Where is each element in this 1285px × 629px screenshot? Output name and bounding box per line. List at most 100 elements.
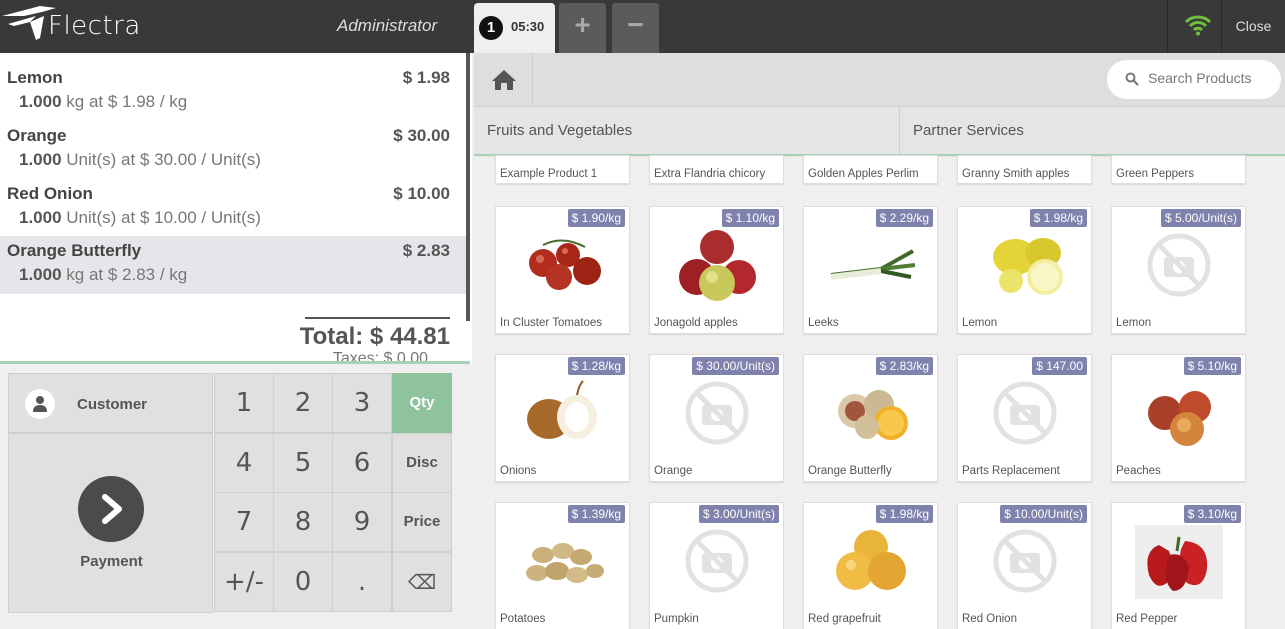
- red-pepper-icon: [1135, 525, 1223, 599]
- product-name: Green Peppers: [1116, 168, 1194, 180]
- lemons-icon: [993, 238, 1063, 295]
- order-line-name: Red Onion: [7, 184, 93, 203]
- product-card[interactable]: $ 3.10/kg Red Pepper: [1111, 502, 1246, 629]
- numpad-key-5[interactable]: 5: [273, 433, 333, 493]
- order-line-unit-info: Unit(s) at $ 30.00 / Unit(s): [66, 150, 261, 169]
- search-input[interactable]: [1148, 70, 1273, 86]
- add-order-button[interactable]: +: [559, 3, 606, 53]
- product-screen: Fruits and Vegetables Partner Services E…: [474, 53, 1285, 629]
- customer-button[interactable]: Customer: [8, 373, 213, 433]
- product-card[interactable]: $ 1.98/kg Red grapefruit: [803, 502, 938, 629]
- payment-circle: [78, 476, 144, 542]
- product-card[interactable]: $ 10.00/Unit(s) Red Onion: [957, 502, 1092, 629]
- order-lines: Lemon $ 1.98 1.000 kg at $ 1.98 / kg Ora…: [0, 53, 466, 361]
- product-name: Orange Butterfly: [808, 465, 892, 477]
- product-card[interactable]: $ 30.00/Unit(s) Orange: [649, 354, 784, 482]
- close-button[interactable]: Close: [1221, 0, 1285, 53]
- product-name: Peaches: [1116, 465, 1161, 477]
- order-line[interactable]: Orange $ 30.00 1.000 Unit(s) at $ 30.00 …: [0, 114, 466, 172]
- order-line-price: $ 30.00: [393, 126, 450, 145]
- numpad-key-8[interactable]: 8: [273, 492, 333, 552]
- order-line-selected[interactable]: Orange Butterfly $ 2.83 1.000 kg at $ 2.…: [0, 236, 466, 294]
- numpad-key-1[interactable]: 1: [214, 373, 274, 433]
- product-card[interactable]: $ 1.10/kg Jonagold apples: [649, 206, 784, 334]
- product-card[interactable]: $ 3.00/Unit(s) Pumpkin: [649, 502, 784, 629]
- search-icon: [1125, 72, 1139, 86]
- product-card[interactable]: $ 1.90/kg In Cluster Tomatoes: [495, 206, 630, 334]
- numpad-key-6[interactable]: 6: [332, 433, 392, 493]
- qty-mode-button[interactable]: Qty: [392, 373, 452, 433]
- home-button[interactable]: [474, 53, 533, 106]
- no-image-icon: [993, 529, 1057, 593]
- numpad-key-9[interactable]: 9: [332, 492, 392, 552]
- product-name: Golden Apples Perlim: [808, 168, 919, 180]
- product-card[interactable]: Golden Apples Perlim: [803, 155, 938, 184]
- category-fruits-and-vegetables[interactable]: Fruits and Vegetables: [474, 107, 899, 157]
- order-line-unit-info: Unit(s) at $ 10.00 / Unit(s): [66, 208, 261, 227]
- product-name: Lemon: [962, 317, 998, 329]
- breadcrumb-bar: [474, 53, 1285, 106]
- wifi-status[interactable]: [1167, 0, 1221, 53]
- product-card[interactable]: $ 5.00/Unit(s) Lemon: [1111, 206, 1246, 334]
- no-image-icon: [685, 529, 749, 593]
- numpad-key-7[interactable]: 7: [214, 492, 274, 552]
- product-name: Granny Smith apples: [962, 168, 1070, 180]
- summary-divider: [305, 317, 450, 319]
- product-card[interactable]: $ 2.83/kg Orange Butterfly: [803, 354, 938, 482]
- payment-button[interactable]: Payment: [8, 433, 213, 613]
- product-name: Red Pepper: [1116, 613, 1178, 625]
- product-grid: Example Product 1 Extra Flandria chicory…: [474, 155, 1285, 629]
- numpad-key-0[interactable]: 0: [273, 552, 333, 612]
- no-image-icon: [993, 381, 1057, 445]
- customer-label: Customer: [77, 396, 148, 413]
- disc-mode-button[interactable]: Disc: [392, 433, 452, 493]
- no-image-icon: [685, 381, 749, 445]
- category-partner-services[interactable]: Partner Services: [899, 107, 1285, 157]
- order-line[interactable]: Lemon $ 1.98 1.000 kg at $ 1.98 / kg: [0, 56, 466, 114]
- product-name: Red Onion: [962, 613, 1017, 625]
- order-line-name: Orange Butterfly: [7, 241, 142, 260]
- order-line-detail: 1.000 Unit(s) at $ 30.00 / Unit(s): [19, 150, 261, 170]
- product-card[interactable]: Green Peppers: [1111, 155, 1246, 184]
- decimal-key[interactable]: .: [332, 552, 392, 612]
- product-card[interactable]: Extra Flandria chicory: [649, 155, 784, 184]
- no-image-icon: [1147, 233, 1211, 297]
- user-icon: [33, 396, 47, 412]
- product-card[interactable]: $ 5.10/kg Peaches: [1111, 354, 1246, 482]
- product-name: Pumpkin: [654, 613, 699, 625]
- search-box[interactable]: [1107, 60, 1281, 99]
- product-card[interactable]: $ 1.39/kg Potatoes: [495, 502, 630, 629]
- category-bar: Fruits and Vegetables Partner Services: [474, 106, 1285, 157]
- price-mode-button[interactable]: Price: [392, 492, 452, 552]
- tomatoes-icon: [529, 239, 601, 290]
- action-pad: Customer Payment 1 2 3 Qty 4 5 6 Disc 7 …: [0, 364, 472, 629]
- cashier-name[interactable]: Administrator: [337, 16, 437, 36]
- product-card[interactable]: $ 1.98/kg Lemon: [957, 206, 1092, 334]
- product-card[interactable]: $ 147.00 Parts Replacement: [957, 354, 1092, 482]
- numpad-key-2[interactable]: 2: [273, 373, 333, 433]
- numpad-key-3[interactable]: 3: [332, 373, 392, 433]
- order-tab[interactable]: 1 05:30: [474, 3, 555, 53]
- product-card[interactable]: Example Product 1: [495, 155, 630, 184]
- order-line-detail: 1.000 kg at $ 1.98 / kg: [19, 92, 187, 112]
- product-card[interactable]: $ 1.28/kg Onions: [495, 354, 630, 482]
- product-name: Lemon: [1116, 317, 1152, 329]
- order-line-price: $ 1.98: [402, 68, 450, 87]
- order-scrollbar[interactable]: [466, 53, 470, 321]
- order-line-qty: 1.000: [19, 150, 62, 169]
- product-name: Onions: [500, 465, 537, 477]
- product-card[interactable]: Granny Smith apples: [957, 155, 1092, 184]
- backspace-key[interactable]: ⌫: [392, 552, 452, 612]
- flectra-logo: Flectra: [0, 2, 150, 50]
- order-line[interactable]: Red Onion $ 10.00 1.000 Unit(s) at $ 10.…: [0, 172, 466, 230]
- remove-order-button[interactable]: −: [612, 3, 659, 53]
- orange-butterfly-icon: [838, 390, 908, 440]
- apples-icon: [679, 230, 756, 301]
- avatar: [25, 389, 55, 419]
- product-card[interactable]: $ 2.29/kg Leeks: [803, 206, 938, 334]
- logo-text: Flectra: [48, 11, 141, 41]
- payment-label: Payment: [80, 553, 143, 570]
- plus-minus-key[interactable]: +/-: [214, 552, 274, 612]
- order-line-qty: 1.000: [19, 208, 62, 227]
- numpad-key-4[interactable]: 4: [214, 433, 274, 493]
